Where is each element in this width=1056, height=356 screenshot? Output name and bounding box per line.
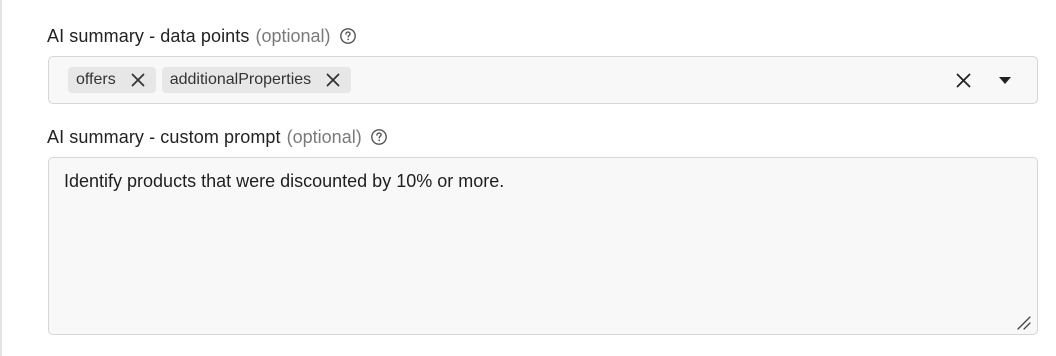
question-circle-icon[interactable]	[339, 27, 357, 45]
chip-additional-properties: additionalProperties	[161, 67, 352, 93]
close-icon	[956, 73, 970, 87]
resize-handle-icon[interactable]	[1015, 312, 1031, 330]
custom-prompt-optional-label: (optional)	[286, 126, 362, 147]
chip-offers: offers	[68, 67, 156, 93]
form-panel: AI summary - data points (optional) offe…	[0, 0, 1056, 356]
close-icon[interactable]	[323, 70, 343, 90]
chip-label: offers	[76, 71, 116, 88]
data-points-optional-label: (optional)	[255, 25, 331, 46]
chip-label: additionalProperties	[169, 71, 312, 88]
dropdown-toggle-button[interactable]	[993, 68, 1017, 92]
custom-prompt-label: AI summary - custom prompt	[47, 126, 281, 147]
clear-selection-button[interactable]	[951, 68, 975, 92]
close-icon[interactable]	[128, 70, 148, 90]
custom-prompt-value: Identify products that were discounted b…	[64, 171, 505, 191]
data-points-label-row: AI summary - data points (optional)	[47, 24, 357, 48]
custom-prompt-label-row: AI summary - custom prompt (optional)	[47, 125, 388, 149]
question-circle-icon[interactable]	[370, 128, 388, 146]
data-points-label: AI summary - data points	[47, 25, 250, 46]
caret-down-icon	[999, 77, 1011, 84]
custom-prompt-textarea[interactable]: Identify products that were discounted b…	[48, 157, 1038, 335]
data-points-multiselect[interactable]: offers additionalProperties	[48, 56, 1038, 104]
multiselect-controls	[951, 57, 1017, 103]
